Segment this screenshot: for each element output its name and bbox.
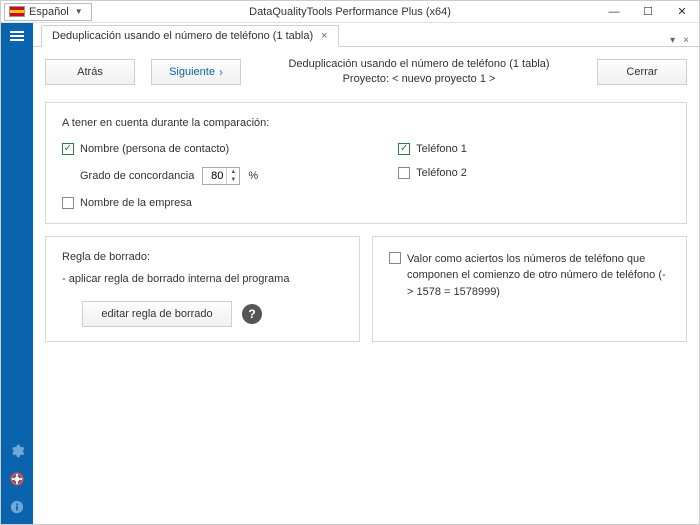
close-button[interactable]: Cerrar <box>597 59 687 85</box>
lifebuoy-icon <box>10 472 24 486</box>
checkbox-icon <box>398 167 410 179</box>
checkbox-phone2[interactable]: Teléfono 2 <box>398 167 467 179</box>
checkbox-company-name[interactable]: Nombre de la empresa <box>62 197 258 209</box>
help-icon[interactable]: ? <box>242 304 262 324</box>
settings-button[interactable] <box>10 444 24 458</box>
checkbox-icon <box>62 143 74 155</box>
maximize-button[interactable]: ☐ <box>631 1 665 23</box>
tab-overflow-button[interactable]: ▾ <box>670 35 675 46</box>
language-label: Español <box>29 6 69 18</box>
window-close-button[interactable]: ✕ <box>665 1 699 23</box>
next-button[interactable]: Siguiente› <box>151 59 241 85</box>
checkbox-icon <box>398 143 410 155</box>
edit-delete-rule-button[interactable]: editar regla de borrado <box>82 301 232 327</box>
back-button[interactable]: Atrás <box>45 59 135 85</box>
menu-button[interactable] <box>4 29 30 43</box>
delete-rule-desc: - aplicar regla de borrado interna del p… <box>62 273 343 285</box>
spin-up-button[interactable]: ▲ <box>227 168 239 176</box>
tab-deduplication[interactable]: Deduplicación usando el número de teléfo… <box>41 25 339 47</box>
info-button[interactable] <box>10 500 24 514</box>
checkbox-icon <box>389 252 401 264</box>
checkbox-phone1[interactable]: Teléfono 1 <box>398 143 467 155</box>
gear-icon <box>10 444 24 458</box>
compare-panel: A tener en cuenta durante la comparación… <box>45 102 687 224</box>
concordance-spinner[interactable]: ▲ ▼ <box>202 167 240 185</box>
info-icon <box>10 500 24 514</box>
help-button[interactable] <box>10 472 24 486</box>
chevron-down-icon: ▼ <box>75 7 83 16</box>
tab-close-button[interactable]: × <box>321 30 327 42</box>
checkbox-icon <box>62 197 74 209</box>
concordance-input[interactable] <box>203 170 225 182</box>
app-title: DataQualityTools Performance Plus (x64) <box>249 6 451 18</box>
spin-down-button[interactable]: ▼ <box>227 176 239 184</box>
compare-title: A tener en cuenta durante la comparación… <box>62 117 670 129</box>
hamburger-icon <box>10 35 24 37</box>
minimize-button[interactable]: — <box>597 1 631 23</box>
delete-rule-title: Regla de borrado: <box>62 251 343 263</box>
language-selector[interactable]: Español ▼ <box>4 3 92 21</box>
checkbox-contact-name[interactable]: Nombre (persona de contacto) <box>62 143 258 155</box>
chevron-right-icon: › <box>219 65 223 79</box>
flag-icon <box>9 6 25 17</box>
tab-label: Deduplicación usando el número de teléfo… <box>52 30 313 42</box>
hits-panel: Valor como aciertos los números de teléf… <box>372 236 687 342</box>
checkbox-prefix-match[interactable]: Valor como aciertos los números de teléf… <box>389 251 670 301</box>
delete-rule-panel: Regla de borrado: - aplicar regla de bor… <box>45 236 360 342</box>
concordance-label: Grado de concordancia <box>80 170 194 182</box>
tab-close-all-button[interactable]: × <box>683 35 689 46</box>
sidebar <box>1 23 33 524</box>
page-title: Deduplicación usando el número de teléfo… <box>257 57 581 88</box>
